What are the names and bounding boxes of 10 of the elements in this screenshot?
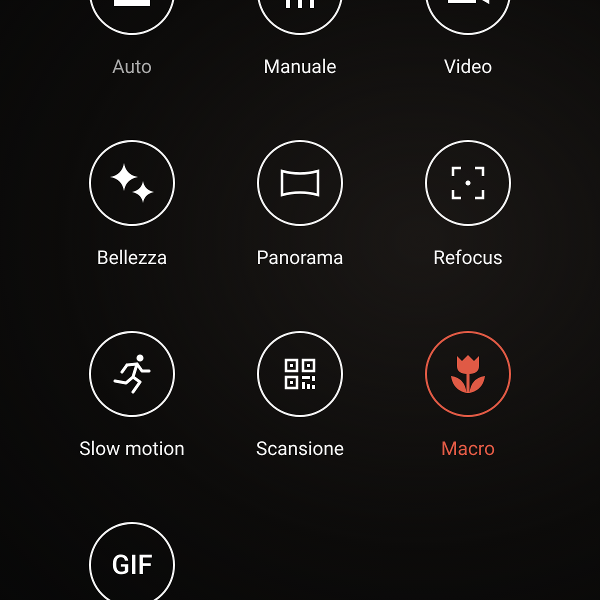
mode-label: Bellezza <box>96 247 168 269</box>
mode-button[interactable]: GIF <box>89 522 175 600</box>
mode-label: Scansione <box>256 438 344 460</box>
mode-label: Auto <box>112 56 152 78</box>
mode-label: Refocus <box>433 247 503 269</box>
mode-label: Slow motion <box>79 438 185 460</box>
mode-label: Panorama <box>256 247 344 269</box>
mode-label: Video <box>444 56 492 78</box>
mode-label: Manuale <box>264 56 336 78</box>
mode-label: Macro <box>441 438 495 460</box>
